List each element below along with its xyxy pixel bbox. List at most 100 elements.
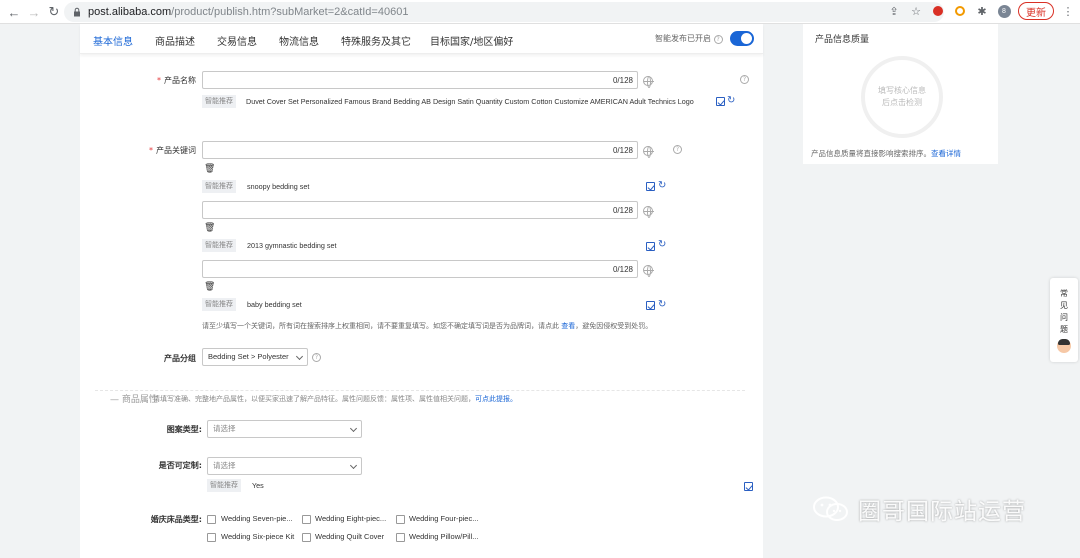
attributes-section-desc: 请填写准确、完整地产品属性，以便买家迅速了解产品特征。属性问题反馈：属性项、属性… (153, 395, 517, 403)
bookmark-star-icon[interactable]: ☆ (908, 3, 924, 19)
smart-recommend-tag: 智能推荐 (202, 298, 236, 311)
share-icon[interactable]: ⇪ (886, 3, 902, 19)
checkbox-label[interactable]: Wedding Seven-pie... (221, 514, 293, 523)
checkbox[interactable] (302, 515, 311, 524)
refresh-icon[interactable]: ↻ (658, 181, 668, 191)
product-group-select[interactable]: Bedding Set > Polyester (202, 348, 308, 366)
profile-avatar[interactable]: 8 (996, 3, 1012, 19)
checkbox-label[interactable]: Wedding Pillow/Pill... (409, 532, 478, 541)
view-link[interactable]: 查看 (561, 322, 575, 330)
quality-score-circle[interactable]: 填写核心信息后点击检测 (861, 56, 943, 138)
menu-kebab-icon[interactable]: ⋮ (1060, 3, 1076, 19)
section-divider (95, 390, 745, 391)
help-icon[interactable]: ? (312, 353, 321, 362)
faq-float-button[interactable]: 常 见 问 题 (1050, 278, 1078, 362)
lock-icon (74, 7, 80, 17)
refresh-icon[interactable]: ↻ (658, 240, 668, 250)
attributes-section-title: — 商品属性 (110, 395, 158, 405)
globe-icon[interactable] (643, 206, 654, 218)
reload-icon[interactable]: ↻ (44, 2, 64, 22)
apply-edit-icon[interactable] (646, 182, 655, 191)
globe-icon[interactable] (643, 265, 654, 277)
smart-publish-label: 智能发布已开启 ? (655, 33, 723, 44)
product-name-label: * 产品名称 (157, 76, 196, 85)
customizable-label: 是否可定制: (158, 461, 202, 470)
panel-title: 产品信息质量 (815, 35, 870, 45)
panel-note: 产品信息质量将直接影响搜索排序。查看详情 (811, 149, 961, 158)
checkbox[interactable] (396, 515, 405, 524)
watermark: 圈哥国际站运营 (812, 492, 1026, 526)
help-icon[interactable]: ? (673, 145, 682, 154)
keywords-label: * 产品关键词 (149, 146, 196, 155)
watermark-text: 圈哥国际站运营 (858, 499, 1026, 525)
keyword-suggestion-3[interactable]: baby bedding set (247, 297, 302, 312)
keyword-input-3[interactable]: 0/128 (202, 260, 638, 278)
checkbox-label[interactable]: Wedding Quilt Cover (315, 532, 384, 541)
trash-icon[interactable]: 🗑 (204, 282, 215, 292)
smart-recommend-tag: 智能推荐 (202, 180, 236, 193)
pattern-type-label: 图案类型: (166, 425, 202, 434)
customizable-suggestion[interactable]: Yes (252, 478, 264, 493)
product-name-input[interactable]: 0/128 (202, 71, 638, 89)
checkbox[interactable] (207, 515, 216, 524)
checkbox-label[interactable]: Wedding Six-piece Kit (221, 532, 294, 541)
checkbox[interactable] (302, 533, 311, 542)
back-icon[interactable]: ← (4, 2, 24, 22)
wedding-bedding-type-label: 婚庆床品类型: (150, 515, 202, 524)
apply-edit-icon[interactable] (646, 301, 655, 310)
checkbox-label[interactable]: Wedding Four-piec... (409, 514, 478, 523)
product-group-label: 产品分组 (164, 354, 196, 363)
keyword-suggestion-2[interactable]: 2013 gymnastic bedding set (247, 238, 337, 253)
tab-product-description[interactable]: 商品描述 (155, 33, 195, 48)
trash-icon[interactable]: 🗑 (204, 223, 215, 233)
customizable-select[interactable]: 请选择 (207, 457, 362, 475)
refresh-icon[interactable]: ↻ (727, 96, 737, 106)
product-name-suggestion[interactable]: Duvet Cover Set Personalized Famous Bran… (202, 94, 714, 109)
view-details-link[interactable]: 查看详情 (931, 149, 961, 158)
help-icon[interactable]: ? (713, 35, 723, 44)
keyword-input-2[interactable]: 0/128 (202, 201, 638, 219)
section-tabs: 基本信息 商品描述 交易信息 物流信息 特殊服务及其它 目标国家/地区偏好 智能… (80, 24, 763, 54)
pattern-type-select[interactable]: 请选择 (207, 420, 362, 438)
checkbox-label[interactable]: Wedding Eight-piec... (315, 514, 386, 523)
url-host: post.alibaba.com (88, 6, 172, 18)
report-link[interactable]: 可点此提报。 (475, 395, 517, 403)
update-button[interactable]: 更新 (1018, 2, 1054, 20)
tab-target-country[interactable]: 目标国家/地区偏好 (430, 33, 513, 48)
tab-trade-info[interactable]: 交易信息 (217, 33, 257, 48)
extension-red-icon[interactable] (930, 3, 946, 19)
char-counter: 0/128 (612, 76, 633, 85)
smart-recommend-tag: 智能推荐 (207, 479, 241, 492)
smart-publish-toggle[interactable] (730, 31, 754, 46)
publish-form: 基本信息 商品描述 交易信息 物流信息 特殊服务及其它 目标国家/地区偏好 智能… (80, 24, 763, 558)
apply-edit-icon[interactable] (646, 242, 655, 251)
keywords-hint: 请至少填写一个关键词，所有词在搜索排序上权重相同，请不要重复填写。如您不确定填写… (202, 322, 653, 330)
globe-icon[interactable] (643, 76, 654, 88)
tab-logistics-info[interactable]: 物流信息 (279, 33, 319, 48)
forward-icon[interactable]: → (24, 2, 44, 22)
keyword-suggestion-1[interactable]: snoopy bedding set (247, 179, 309, 194)
address-bar[interactable]: post.alibaba.com/product/publish.htm?sub… (64, 2, 944, 22)
smart-recommend-tag: 智能推荐 (202, 239, 236, 252)
checkbox[interactable] (396, 533, 405, 542)
tab-basic-info[interactable]: 基本信息 (93, 33, 133, 48)
keyword-input-1[interactable]: 0/128 (202, 141, 638, 159)
help-icon[interactable]: ? (740, 75, 749, 84)
wechat-logo-icon (813, 496, 848, 521)
extension-orange-icon[interactable] (952, 3, 968, 19)
char-counter: 0/128 (612, 206, 633, 215)
refresh-icon[interactable]: ↻ (658, 300, 668, 310)
checkbox[interactable] (207, 533, 216, 542)
extensions-puzzle-icon[interactable]: ✱ (974, 3, 990, 19)
tab-special-services[interactable]: 特殊服务及其它 (341, 33, 411, 48)
trash-icon[interactable]: 🗑 (204, 164, 215, 174)
apply-edit-icon[interactable] (744, 482, 753, 491)
chevron-down-icon (349, 424, 358, 433)
globe-icon[interactable] (643, 146, 654, 158)
char-counter: 0/128 (612, 146, 633, 155)
url-path: /product/publish.htm?subMarket=2&catId=4… (171, 6, 409, 18)
browser-toolbar: ← → ↻ post.alibaba.com/product/publish.h… (0, 0, 1080, 24)
char-counter: 0/128 (612, 265, 633, 274)
apply-edit-icon[interactable] (716, 97, 725, 106)
chevron-down-icon (295, 352, 304, 361)
